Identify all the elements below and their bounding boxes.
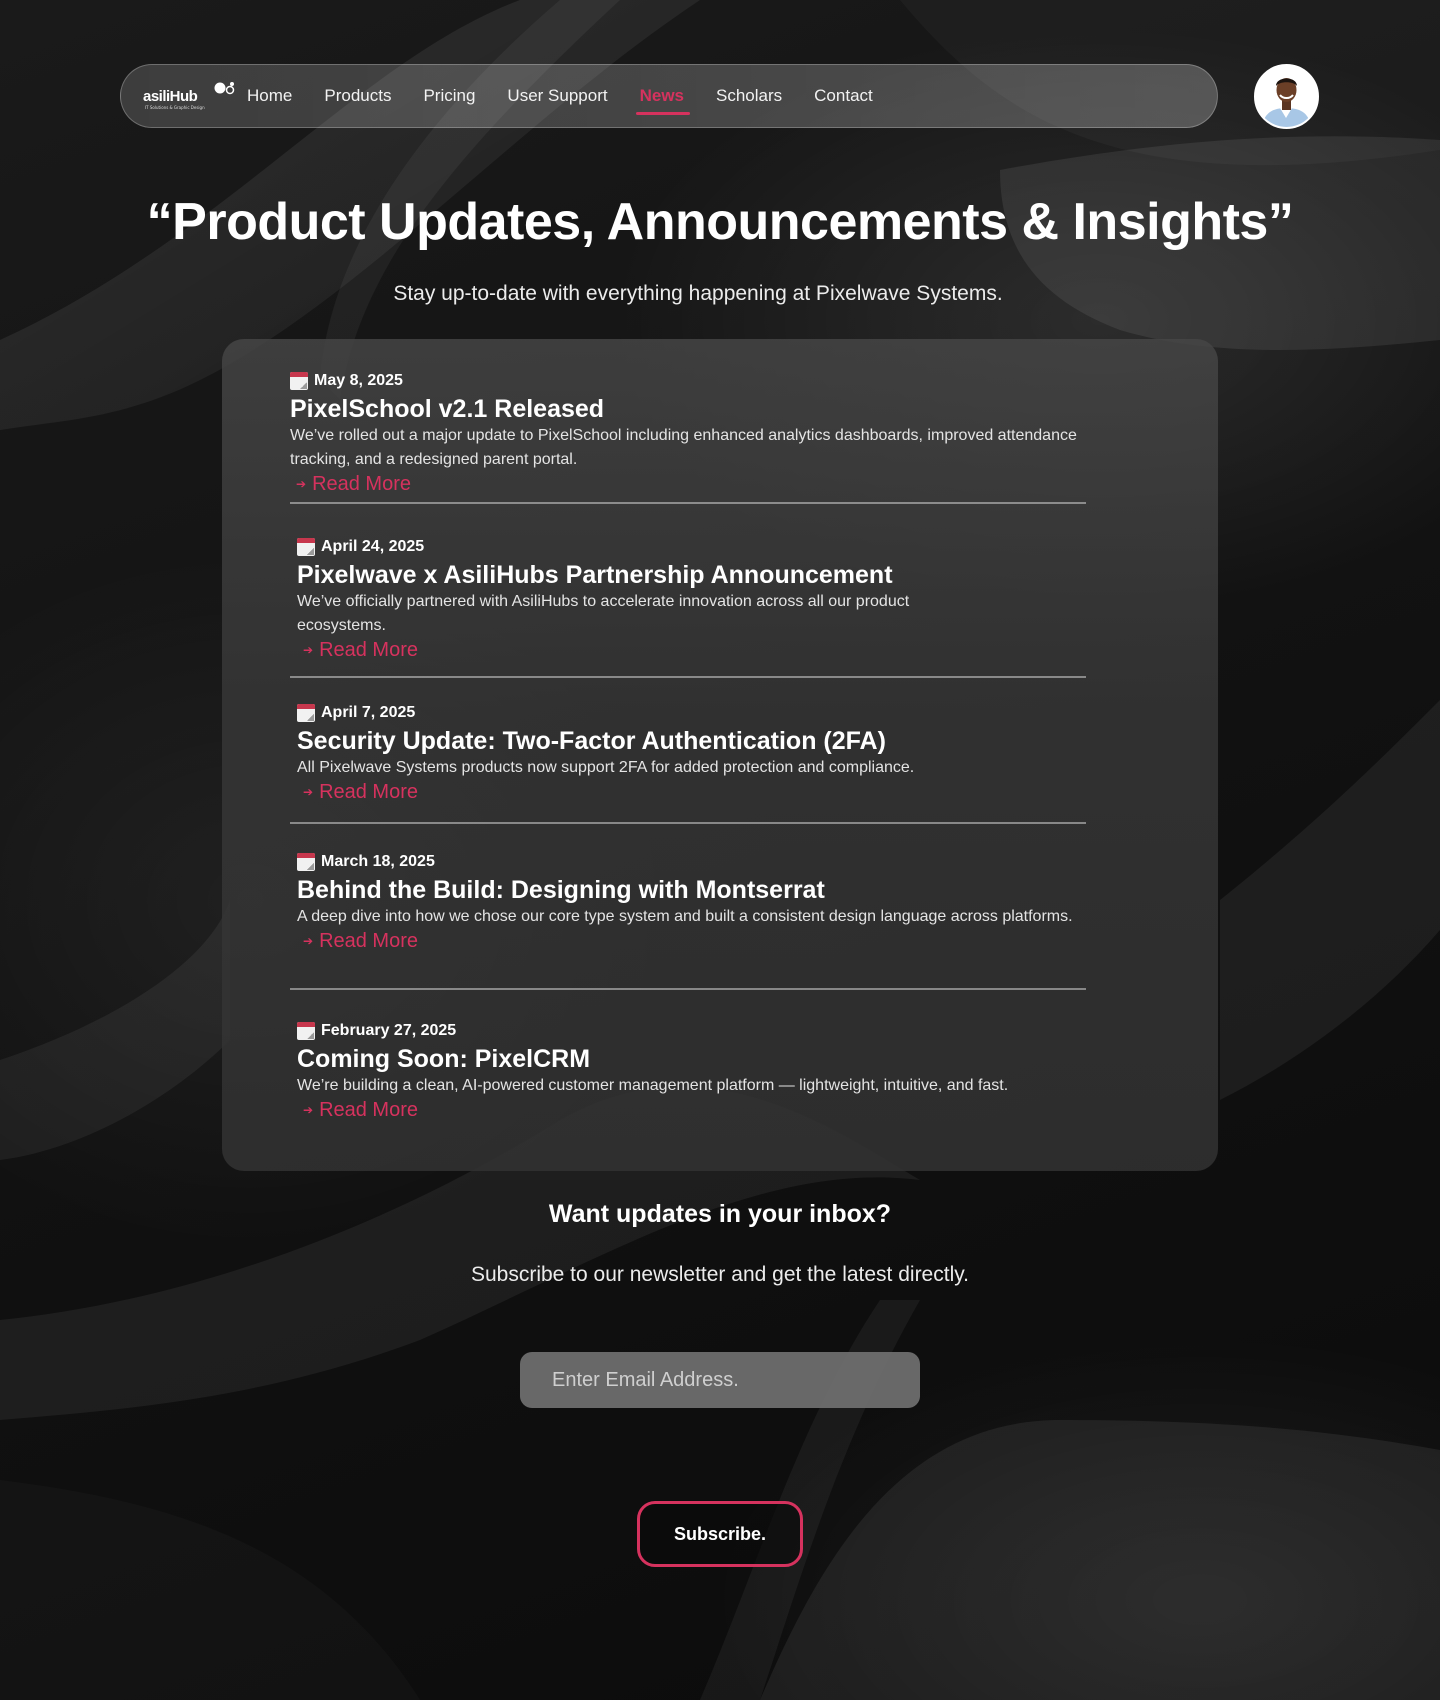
- read-more-label: Read More: [319, 780, 418, 803]
- nav-item-news[interactable]: News: [635, 64, 691, 128]
- news-item: March 18, 2025 Behind the Build: Designi…: [297, 851, 1117, 953]
- page-title: “Product Updates, Announcements & Insigh…: [146, 193, 1294, 251]
- top-navbar: asiliHub IT Solutions & Graphic Design H…: [120, 64, 1218, 128]
- news-description: All Pixelwave Systems products now suppo…: [297, 759, 915, 776]
- brand-logo[interactable]: asiliHub IT Solutions & Graphic Design: [143, 76, 239, 116]
- news-title: PixelSchool v2.1 Released: [290, 395, 605, 423]
- calendar-icon: [290, 372, 308, 390]
- news-divider: [290, 822, 1086, 824]
- nav-links: Home Products Pricing User Support News …: [247, 64, 905, 128]
- read-more-label: Read More: [312, 472, 411, 495]
- news-title: Pixelwave x AsiliHubs Partnership Announ…: [297, 561, 893, 589]
- email-input[interactable]: [520, 1352, 920, 1408]
- news-title: Coming Soon: PixelCRM: [297, 1045, 591, 1073]
- news-item: May 8, 2025 PixelSchool v2.1 Released We…: [290, 370, 1110, 496]
- read-more-link[interactable]: ➔ Read More: [303, 1098, 418, 1122]
- nav-item-scholars[interactable]: Scholars: [716, 64, 782, 128]
- subscribe-button[interactable]: Subscribe.: [637, 1501, 803, 1567]
- news-date: March 18, 2025: [297, 851, 1117, 873]
- newsletter-title: Want updates in your inbox?: [548, 1200, 892, 1228]
- news-date: February 27, 2025: [297, 1020, 1117, 1042]
- arrow-right-icon: ➔: [303, 1103, 314, 1117]
- arrow-right-icon: ➔: [296, 477, 307, 491]
- news-date: April 24, 2025: [297, 536, 1117, 558]
- page-subtitle: Stay up-to-date with everything happenin…: [393, 282, 1003, 305]
- user-portrait-icon: [1256, 66, 1317, 127]
- news-date-text: February 27, 2025: [321, 1022, 457, 1039]
- read-more-label: Read More: [319, 638, 418, 661]
- news-date-text: March 18, 2025: [321, 853, 435, 870]
- read-more-link[interactable]: ➔ Read More: [303, 638, 418, 662]
- news-description: We’ve rolled out a major update to Pixel…: [290, 427, 1077, 468]
- read-more-label: Read More: [319, 929, 418, 952]
- arrow-right-icon: ➔: [303, 934, 314, 948]
- read-more-label: Read More: [319, 1098, 418, 1121]
- arrow-right-icon: ➔: [303, 643, 314, 657]
- read-more-link[interactable]: ➔ Read More: [303, 929, 418, 953]
- news-item: April 24, 2025 Pixelwave x AsiliHubs Par…: [297, 536, 1117, 662]
- news-date: May 8, 2025: [290, 370, 1110, 392]
- calendar-icon: [297, 704, 315, 722]
- news-item: April 7, 2025 Security Update: Two-Facto…: [297, 702, 1117, 804]
- news-list-card: May 8, 2025 PixelSchool v2.1 Released We…: [222, 339, 1218, 1171]
- nav-item-home[interactable]: Home: [247, 64, 292, 128]
- logo-tagline: IT Solutions & Graphic Design: [145, 105, 205, 110]
- nav-item-user-support[interactable]: User Support: [507, 64, 607, 128]
- news-date-text: May 8, 2025: [314, 372, 403, 389]
- news-date-text: April 24, 2025: [321, 538, 425, 555]
- news-divider: [290, 676, 1086, 678]
- news-title: Behind the Build: Designing with Montser…: [297, 876, 825, 904]
- read-more-link[interactable]: ➔ Read More: [303, 780, 418, 804]
- news-divider: [290, 502, 1086, 504]
- nav-item-products[interactable]: Products: [324, 64, 391, 128]
- logo-dots-icon: [214, 82, 235, 95]
- calendar-icon: [297, 1022, 315, 1040]
- calendar-icon: [297, 853, 315, 871]
- news-description: We’ve officially partnered with AsiliHub…: [297, 593, 910, 634]
- calendar-icon: [297, 538, 315, 556]
- news-description: We’re building a clean, AI-powered custo…: [297, 1077, 1009, 1094]
- news-divider: [290, 988, 1086, 990]
- user-avatar[interactable]: [1254, 64, 1319, 129]
- news-description: A deep dive into how we chose our core t…: [297, 908, 1073, 925]
- news-date: April 7, 2025: [297, 702, 1117, 724]
- news-item: February 27, 2025 Coming Soon: PixelCRM …: [297, 1020, 1117, 1122]
- newsletter-subtitle: Subscribe to our newsletter and get the …: [470, 1263, 970, 1286]
- news-title: Security Update: Two-Factor Authenticati…: [297, 727, 886, 755]
- nav-item-pricing[interactable]: Pricing: [423, 64, 475, 128]
- read-more-link[interactable]: ➔ Read More: [296, 472, 411, 496]
- news-date-text: April 7, 2025: [321, 704, 416, 721]
- arrow-right-icon: ➔: [303, 785, 314, 799]
- logo-text: asiliHub: [143, 87, 198, 105]
- nav-item-contact[interactable]: Contact: [814, 64, 873, 128]
